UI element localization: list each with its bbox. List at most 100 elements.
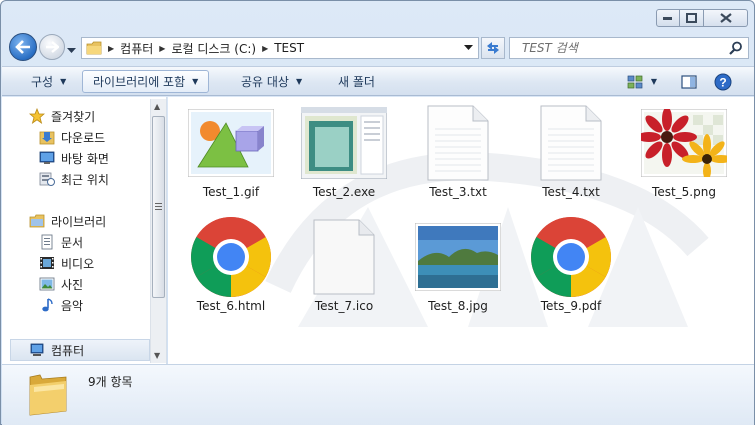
forward-arrow-icon xyxy=(46,41,59,53)
chrome-icon xyxy=(181,217,281,297)
grip-icon xyxy=(155,203,162,210)
nav-libraries[interactable]: 라이브러리 xyxy=(28,211,106,231)
landscape-image-icon xyxy=(408,217,508,297)
breadcrumb-test[interactable]: ▶ TEST xyxy=(260,41,304,55)
nav-music[interactable]: 음악 xyxy=(38,295,83,315)
nav-documents-label: 문서 xyxy=(61,235,84,250)
scroll-up-icon[interactable]: ▲ xyxy=(154,102,160,111)
breadcrumb-separator-icon: ▶ xyxy=(262,43,269,53)
file-name: Test_6.html xyxy=(196,299,266,313)
file-item[interactable]: Test_1.gif xyxy=(181,103,281,201)
nav-computer-label: 컴퓨터 xyxy=(51,343,85,358)
chevron-down-icon: ▼ xyxy=(650,77,658,86)
chevron-down-icon: ▼ xyxy=(192,77,199,86)
explorer-window: ▶ 컴퓨터 ▶ 로컬 디스크 (C:) ▶ TEST TEST 검색 구성 ▼ … xyxy=(0,0,755,425)
organize-button[interactable]: 구성 ▼ xyxy=(20,70,77,93)
search-box[interactable] xyxy=(509,37,749,59)
file-item[interactable]: Test_7.ico xyxy=(294,217,394,315)
preview-pane-icon xyxy=(681,74,697,89)
nav-desktop[interactable]: 바탕 화면 xyxy=(38,148,109,168)
view-options-dropdown[interactable]: ▼ xyxy=(646,70,662,93)
recent-pages-dropdown[interactable] xyxy=(67,43,76,57)
nav-documents[interactable]: 문서 xyxy=(38,232,83,252)
include-library-label: 라이브러리에 포함 xyxy=(93,75,186,89)
downloads-folder-icon xyxy=(38,129,56,145)
breadcrumb-label: 로컬 디스크 (C:) xyxy=(171,41,257,56)
breadcrumb-label: TEST xyxy=(274,41,305,55)
text-file-icon xyxy=(521,103,621,183)
file-name: Test_2.exe xyxy=(312,185,376,199)
file-item[interactable]: Test_6.html xyxy=(181,217,281,315)
nav-recent-places-label: 최근 위치 xyxy=(61,172,109,187)
nav-pictures-label: 사진 xyxy=(61,277,84,292)
help-icon: ? xyxy=(714,73,732,90)
nav-videos[interactable]: 비디오 xyxy=(38,253,94,273)
folder-icon xyxy=(86,41,102,55)
nav-computer[interactable]: 컴퓨터 xyxy=(28,340,84,360)
maximize-button[interactable] xyxy=(680,9,704,27)
view-tiles-icon xyxy=(627,75,643,88)
scroll-down-icon[interactable]: ▼ xyxy=(154,351,160,360)
item-count: 9개 항목 xyxy=(88,375,133,389)
minimize-icon xyxy=(663,17,672,20)
libraries-icon xyxy=(28,213,46,229)
recent-places-icon xyxy=(38,171,56,187)
change-view-button[interactable] xyxy=(622,70,648,93)
videos-icon xyxy=(38,255,56,271)
blank-file-icon xyxy=(294,217,394,297)
nav-downloads[interactable]: 다운로드 xyxy=(38,127,105,147)
file-name: Test_7.ico xyxy=(314,299,374,313)
file-item[interactable]: Tets_9.pdf xyxy=(521,217,621,315)
nav-music-label: 음악 xyxy=(61,298,84,313)
forward-button[interactable] xyxy=(39,34,65,60)
new-folder-button[interactable]: 새 폴더 xyxy=(327,70,386,93)
computer-icon xyxy=(28,342,46,358)
file-name: Test_5.png xyxy=(652,185,716,199)
file-name: Test_8.jpg xyxy=(428,299,488,313)
file-name: Test_3.txt xyxy=(429,185,487,199)
nav-favorites[interactable]: 즐겨찾기 xyxy=(28,106,95,126)
refresh-button[interactable] xyxy=(481,37,505,59)
organize-label: 구성 xyxy=(31,75,54,89)
nav-recent-places[interactable]: 최근 위치 xyxy=(38,169,109,189)
music-note-icon xyxy=(38,297,56,313)
exe-window-icon xyxy=(294,103,394,183)
breadcrumb-separator-icon: ▶ xyxy=(159,43,166,53)
file-item[interactable]: Test_8.jpg xyxy=(408,217,508,315)
file-item[interactable]: Test_2.exe xyxy=(294,103,394,201)
gif-image-icon xyxy=(181,103,281,183)
file-item[interactable]: Test_4.txt xyxy=(521,103,621,201)
close-button[interactable] xyxy=(704,9,748,27)
nav-videos-label: 비디오 xyxy=(61,256,95,271)
include-in-library-button[interactable]: 라이브러리에 포함 ▼ xyxy=(82,70,210,93)
file-list: Test_1.gif Test_2.exe Test_3.txt Test_4.… xyxy=(168,97,754,364)
nav-downloads-label: 다운로드 xyxy=(61,130,106,145)
back-button[interactable] xyxy=(9,33,37,61)
nav-pane-scrollbar[interactable]: ▲ ▼ xyxy=(150,99,166,363)
nav-desktop-label: 바탕 화면 xyxy=(61,151,109,166)
minimize-button[interactable] xyxy=(656,9,680,27)
file-item[interactable]: Test_5.png xyxy=(634,103,734,201)
file-item[interactable]: Test_3.txt xyxy=(408,103,508,201)
chevron-down-icon: ▼ xyxy=(60,77,67,86)
pictures-icon xyxy=(38,276,56,292)
share-with-button[interactable]: 공유 대상 ▼ xyxy=(230,70,313,93)
help-button[interactable]: ? xyxy=(710,70,736,93)
nav-pictures[interactable]: 사진 xyxy=(38,274,83,294)
preview-pane-button[interactable] xyxy=(676,70,702,93)
search-icon[interactable] xyxy=(729,41,743,55)
address-dropdown-icon[interactable] xyxy=(464,45,473,51)
command-bar: 구성 ▼ 라이브러리에 포함 ▼ 공유 대상 ▼ 새 폴더 ▼ ? xyxy=(2,66,754,96)
search-input[interactable] xyxy=(510,38,725,58)
address-bar[interactable]: ▶ 컴퓨터 ▶ 로컬 디스크 (C:) ▶ TEST xyxy=(81,37,479,59)
breadcrumb-local-disk[interactable]: ▶ 로컬 디스크 (C:) xyxy=(157,40,256,57)
close-icon xyxy=(719,13,732,23)
star-icon xyxy=(28,108,46,124)
folder-icon xyxy=(29,374,67,416)
chevron-down-icon: ▼ xyxy=(295,77,303,86)
scrollbar-thumb[interactable] xyxy=(152,116,165,298)
details-pane: 9개 항목 xyxy=(2,364,754,425)
breadcrumb-computer[interactable]: ▶ 컴퓨터 xyxy=(106,40,153,57)
file-name: Test_1.gif xyxy=(202,185,260,199)
new-folder-label: 새 폴더 xyxy=(338,75,375,89)
